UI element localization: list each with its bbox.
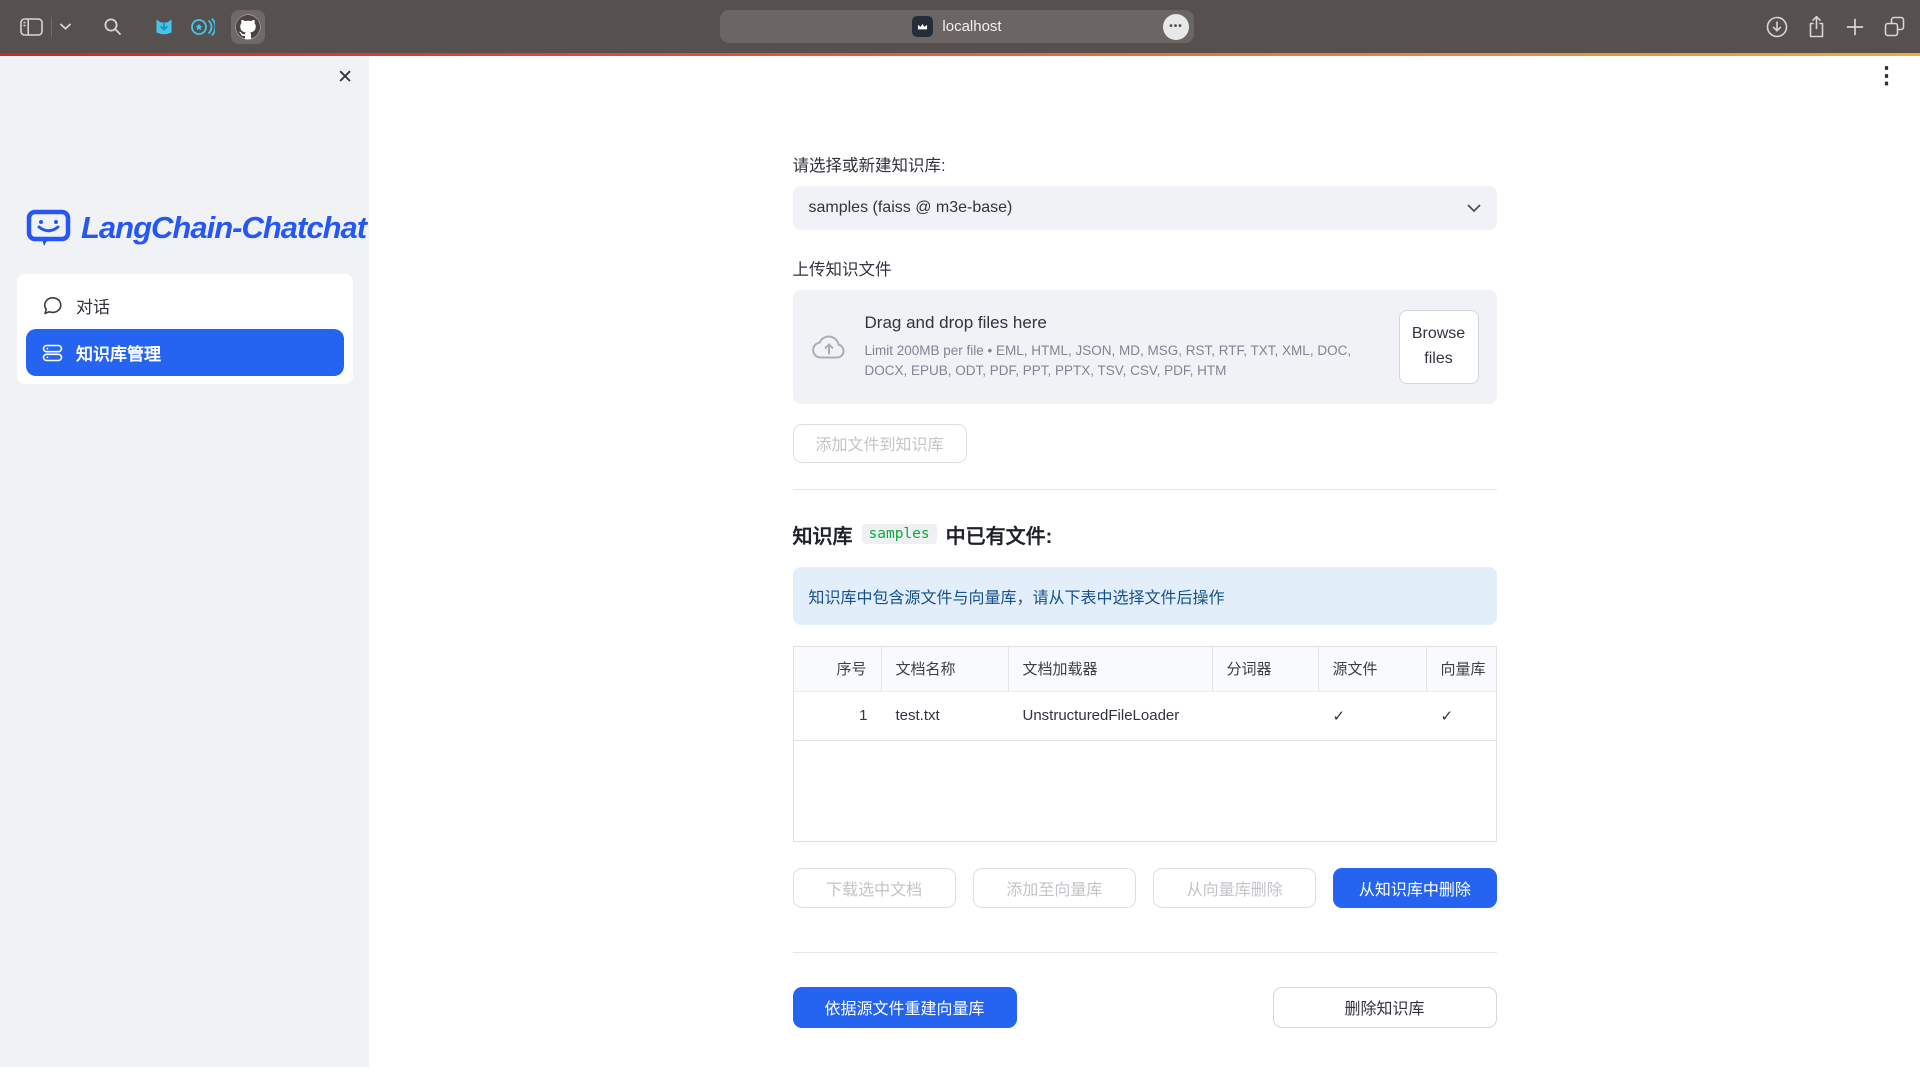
cell-vectorstore-check: ✓ bbox=[1427, 692, 1498, 740]
file-action-buttons: 下载选中文档 添加至向量库 从向量库删除 从知识库中删除 bbox=[793, 868, 1497, 908]
delete-kb-button[interactable]: 删除知识库 bbox=[1273, 987, 1497, 1028]
table-row[interactable]: 1 test.txt UnstructuredFileLoader ✓ ✓ bbox=[794, 691, 1496, 741]
logo-chat-bubble-icon bbox=[26, 208, 71, 248]
browser-toolbar: localhost ••• bbox=[0, 0, 1920, 53]
sidebar-item-label: 对话 bbox=[76, 293, 110, 318]
share-icon[interactable] bbox=[1806, 15, 1827, 39]
toolbar-right-group bbox=[1766, 0, 1906, 53]
files-table-header[interactable]: 序号 文档名称 文档加载器 分词器 源文件 向量库 bbox=[794, 647, 1496, 691]
browser-window: localhost ••• bbox=[0, 0, 1920, 1080]
cell-index: 1 bbox=[794, 692, 882, 740]
cell-docname: test.txt bbox=[882, 692, 1009, 740]
sidebar-item-dialogue[interactable]: 对话 bbox=[26, 282, 344, 329]
url-text: localhost bbox=[942, 18, 1001, 35]
sidebar-toggle-icon[interactable] bbox=[20, 18, 43, 36]
upload-label: 上传知识文件 bbox=[793, 256, 1497, 280]
add-to-vectorstore-button[interactable]: 添加至向量库 bbox=[973, 868, 1136, 908]
kb-heading-suffix: 中已有文件: bbox=[946, 520, 1053, 549]
table-empty-area bbox=[794, 741, 1496, 841]
info-banner: 知识库中包含源文件与向量库，请从下表中选择文件后操作 bbox=[793, 567, 1497, 625]
download-icon[interactable] bbox=[1766, 16, 1788, 38]
kb-files-heading: 知识库 samples 中已有文件: bbox=[793, 520, 1497, 549]
dropzone-title: Drag and drop files here bbox=[865, 313, 1381, 333]
download-selected-button[interactable]: 下载选中文档 bbox=[793, 868, 956, 908]
more-options-icon[interactable]: ••• bbox=[1163, 14, 1189, 40]
sidebar-item-label: 知识库管理 bbox=[76, 340, 161, 365]
kb-footer-buttons: 依据源文件重建向量库 删除知识库 bbox=[793, 987, 1497, 1028]
files-table: 序号 文档名称 文档加载器 分词器 源文件 向量库 1 test.txt Uns… bbox=[793, 646, 1497, 842]
remove-from-vectorstore-button[interactable]: 从向量库删除 bbox=[1153, 868, 1316, 908]
close-icon[interactable]: ✕ bbox=[337, 68, 353, 87]
extension-icons bbox=[154, 10, 265, 44]
browse-files-button[interactable]: Browse files bbox=[1399, 310, 1479, 384]
new-tab-icon[interactable] bbox=[1845, 17, 1865, 37]
logo-text: LangChain-Chatchat bbox=[81, 210, 366, 246]
kebab-menu-icon[interactable]: ⋮ bbox=[1875, 64, 1898, 87]
address-bar-content: localhost bbox=[912, 16, 1001, 37]
site-favicon bbox=[912, 16, 933, 37]
dropzone-limit: Limit 200MB per file • EML, HTML, JSON, … bbox=[865, 341, 1381, 380]
col-header-sourcefile: 源文件 bbox=[1319, 647, 1427, 691]
sidebar-nav: 对话 知识库管理 bbox=[17, 274, 353, 384]
col-header-splitter: 分词器 bbox=[1213, 647, 1319, 691]
file-dropzone[interactable]: Drag and drop files here Limit 200MB per… bbox=[793, 290, 1497, 404]
toolbar-divider bbox=[51, 17, 52, 37]
content-column: 请选择或新建知识库: samples (faiss @ m3e-base) 上传… bbox=[793, 56, 1497, 1028]
kb-select-label: 请选择或新建知识库: bbox=[793, 152, 1497, 176]
cat-extension-icon[interactable] bbox=[154, 17, 174, 37]
cell-splitter bbox=[1213, 692, 1319, 740]
cloud-upload-icon bbox=[811, 334, 847, 360]
kb-select-value: samples (faiss @ m3e-base) bbox=[809, 199, 1013, 217]
search-icon[interactable] bbox=[103, 17, 122, 36]
kb-select[interactable]: samples (faiss @ m3e-base) bbox=[793, 186, 1497, 230]
cell-loader: UnstructuredFileLoader bbox=[1009, 692, 1213, 740]
rebuild-vectorstore-button[interactable]: 依据源文件重建向量库 bbox=[793, 987, 1017, 1028]
sidebar-toggle-group bbox=[20, 17, 71, 37]
main-area: ⋮ 请选择或新建知识库: samples (faiss @ m3e-base) … bbox=[369, 56, 1920, 1080]
circles-extension-icon[interactable] bbox=[190, 17, 215, 37]
divider bbox=[793, 952, 1497, 953]
delete-from-kb-button[interactable]: 从知识库中删除 bbox=[1333, 868, 1496, 908]
tab-overview-icon[interactable] bbox=[1883, 15, 1906, 38]
cell-sourcefile-check: ✓ bbox=[1319, 692, 1427, 740]
sidebar-item-kb-management[interactable]: 知识库管理 bbox=[26, 329, 344, 376]
stack-icon bbox=[42, 343, 63, 363]
col-header-vectorstore: 向量库 bbox=[1427, 647, 1498, 691]
github-extension-icon[interactable] bbox=[231, 10, 265, 44]
toolbar-left-group bbox=[0, 10, 265, 44]
address-bar[interactable]: localhost ••• bbox=[720, 10, 1194, 43]
add-files-button[interactable]: 添加文件到知识库 bbox=[793, 424, 967, 463]
sidebar: ✕ LangChain-Chatchat bbox=[0, 56, 369, 1067]
chat-bubble-icon bbox=[42, 296, 63, 316]
col-header-loader: 文档加载器 bbox=[1009, 647, 1213, 691]
dropzone-text: Drag and drop files here Limit 200MB per… bbox=[865, 313, 1381, 380]
col-header-docname: 文档名称 bbox=[882, 647, 1009, 691]
kb-heading-prefix: 知识库 bbox=[793, 520, 853, 549]
app-logo: LangChain-Chatchat bbox=[26, 208, 366, 248]
divider bbox=[793, 489, 1497, 490]
col-header-index: 序号 bbox=[794, 647, 882, 691]
chevron-down-icon bbox=[1467, 204, 1481, 213]
sidebar-chevron-down-icon[interactable] bbox=[60, 23, 71, 30]
kb-name-code: samples bbox=[862, 524, 937, 544]
app-body: ✕ LangChain-Chatchat bbox=[0, 56, 1920, 1080]
